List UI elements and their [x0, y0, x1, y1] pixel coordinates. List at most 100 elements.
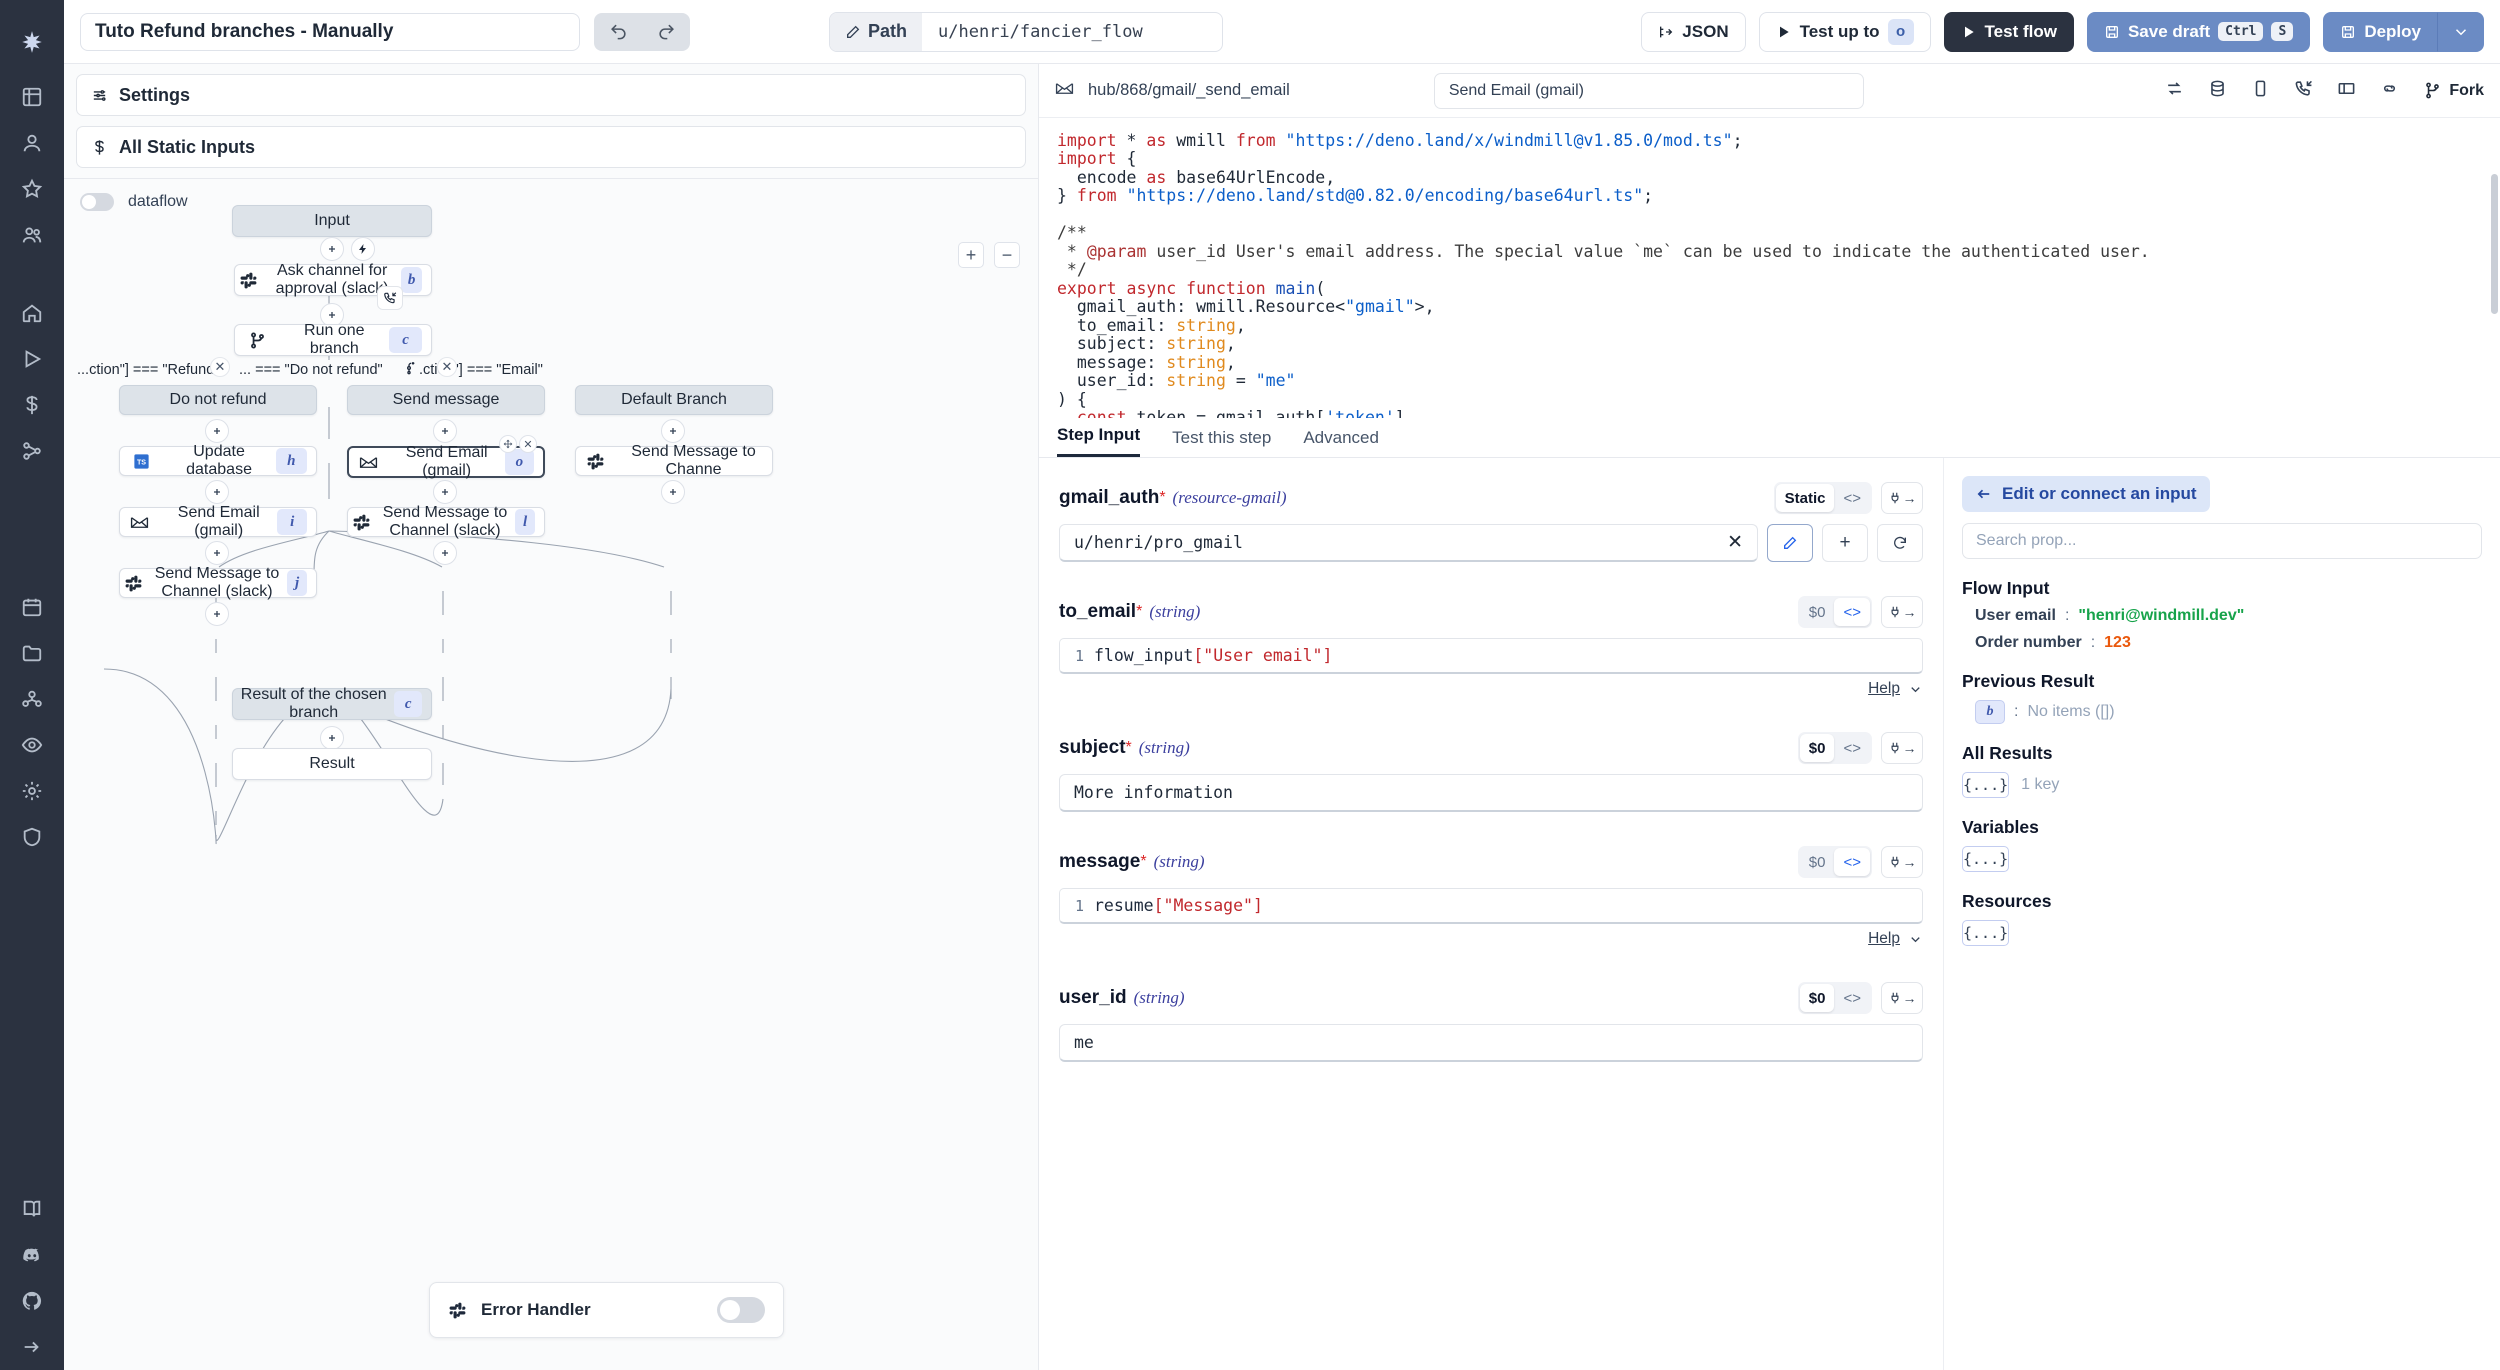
previous-result-item[interactable]: b : No items ([]) [1975, 700, 2482, 724]
gear-icon[interactable] [0, 768, 64, 814]
home-icon[interactable] [0, 290, 64, 336]
step-summary-input[interactable]: Send Email (gmail) [1433, 72, 1864, 109]
play-icon[interactable] [0, 336, 64, 382]
add-step-button[interactable] [433, 541, 457, 565]
undo-icon[interactable] [598, 13, 638, 51]
node-send-message-right[interactable]: Send Message to Channe [575, 443, 773, 478]
node-run-one-branch[interactable]: Run one branch c [234, 322, 432, 357]
deploy-button[interactable]: Deploy [2323, 11, 2438, 52]
group-icon[interactable] [0, 676, 64, 722]
connect-input-button[interactable]: → [1881, 982, 1923, 1014]
variables-object-button[interactable]: {...} [1962, 846, 2010, 872]
node-update-database[interactable]: TS Update database h [119, 443, 317, 478]
redo-icon[interactable] [646, 13, 686, 51]
mode-expr-option[interactable]: <> [1834, 598, 1870, 626]
add-step-button[interactable] [320, 237, 344, 261]
refresh-resource-button[interactable] [1877, 524, 1923, 562]
help-link[interactable]: Help [1868, 930, 1900, 948]
remove-branch-button[interactable]: ✕ [437, 357, 457, 377]
discord-icon[interactable] [0, 1232, 64, 1278]
phone-incoming-icon[interactable] [377, 286, 403, 310]
flow-input-item[interactable]: User email : "henri@windmill.dev" [1975, 607, 2482, 625]
mode-expr-option[interactable]: <> [1834, 848, 1870, 876]
mode-static-option[interactable]: $0 [1799, 734, 1835, 762]
clear-icon[interactable]: ✕ [1727, 531, 1743, 554]
script-code-viewer[interactable]: import * as wmill from "https://deno.lan… [1039, 118, 2500, 418]
add-step-button[interactable] [205, 602, 229, 626]
message-code-input[interactable]: 1 resume["Message"] [1059, 888, 1923, 924]
grid-icon[interactable] [0, 74, 64, 120]
add-step-button[interactable] [205, 480, 229, 504]
connect-input-button[interactable]: → [1881, 482, 1923, 514]
connect-input-button[interactable]: → [1881, 732, 1923, 764]
script-hub-path[interactable]: hub/868/gmail/_send_email [1088, 81, 1290, 100]
dollar-icon[interactable] [0, 382, 64, 428]
mode-static-option[interactable]: $0 [1800, 848, 1835, 876]
path-field[interactable]: Path u/henri/fancier_flow [829, 11, 1224, 52]
test-flow-button[interactable]: Test flow [1943, 11, 2074, 52]
tab-advanced[interactable]: Advanced [1303, 428, 1379, 457]
book-icon[interactable] [0, 1186, 64, 1232]
save-draft-button[interactable]: Save draft Ctrl S [2086, 11, 2311, 52]
node-send-message-left[interactable]: Send Message to Channel (slack) j [119, 565, 317, 600]
branch-send-message[interactable]: Send message [347, 385, 545, 415]
gmail-auth-input[interactable]: u/henri/pro_gmail ✕ [1059, 524, 1758, 562]
users-icon[interactable] [0, 212, 64, 258]
mode-static-option[interactable]: $0 [1800, 598, 1835, 626]
settings-accordion[interactable]: Settings [76, 74, 1026, 116]
branch-default[interactable]: Default Branch [575, 385, 773, 415]
search-prop-input[interactable]: Search prop... [1962, 523, 2482, 559]
expand-icon[interactable] [0, 1324, 64, 1370]
connect-input-button[interactable]: → [1881, 596, 1923, 628]
trigger-bolt-icon[interactable] [351, 237, 375, 261]
edit-resource-button[interactable] [1767, 524, 1813, 562]
flow-input-item[interactable]: Order number : 123 [1975, 634, 2482, 652]
add-step-button[interactable] [320, 726, 344, 750]
branch-do-not-refund[interactable]: Do not refund [119, 385, 317, 415]
add-step-button[interactable] [661, 480, 685, 504]
eye-icon[interactable] [0, 722, 64, 768]
subject-input[interactable]: More information [1059, 774, 1923, 812]
user-id-input[interactable]: me [1059, 1024, 1923, 1062]
add-step-button[interactable] [433, 480, 457, 504]
tab-step-input[interactable]: Step Input [1057, 425, 1141, 457]
mobile-icon[interactable] [2251, 79, 2270, 103]
move-node-icon[interactable] [499, 435, 517, 453]
edit-or-connect-input-button[interactable]: Edit or connect an input [1962, 476, 2210, 512]
mode-static-option[interactable]: $0 [1799, 984, 1835, 1012]
refresh-icon[interactable] [2165, 79, 2184, 103]
delete-node-icon[interactable]: ✕ [519, 435, 537, 453]
tab-test-this-step[interactable]: Test this step [1172, 428, 1271, 457]
add-step-button[interactable] [205, 541, 229, 565]
resources-object-button[interactable]: {...} [1962, 920, 2010, 946]
path-value[interactable]: u/henri/fancier_flow [922, 13, 1222, 51]
calendar-icon[interactable] [0, 584, 64, 630]
node-input[interactable]: Input [232, 205, 432, 237]
mode-expr-option[interactable]: <> [1834, 984, 1870, 1012]
add-step-button[interactable] [205, 419, 229, 443]
error-handler-bar[interactable]: Error Handler [429, 1282, 784, 1338]
shield-icon[interactable] [0, 814, 64, 860]
add-resource-button[interactable]: + [1822, 524, 1868, 562]
add-step-button[interactable] [661, 419, 685, 443]
node-result-chosen-branch[interactable]: Result of the chosen branch c [232, 686, 432, 721]
mode-expr-option[interactable]: <> [1834, 734, 1870, 762]
help-link[interactable]: Help [1868, 680, 1900, 698]
add-step-button[interactable] [433, 419, 457, 443]
code-scrollbar[interactable] [2491, 174, 2498, 314]
error-handler-toggle[interactable] [717, 1297, 765, 1323]
node-send-message-mid[interactable]: Send Message to Channel (slack) l [347, 504, 545, 539]
flow-title-input[interactable]: Tuto Refund branches - Manually [80, 12, 580, 51]
dataflow-toggle[interactable] [80, 193, 114, 211]
mode-expr-option[interactable]: <> [1834, 484, 1870, 512]
star-icon[interactable] [0, 166, 64, 212]
phone-incoming-icon[interactable] [2294, 79, 2313, 103]
mode-static-option[interactable]: Static [1775, 484, 1835, 512]
folder-icon[interactable] [0, 630, 64, 676]
test-up-to-button[interactable]: Test up to o [1758, 11, 1931, 52]
fork-button[interactable]: Fork [2423, 81, 2484, 100]
chevron-down-icon[interactable] [2438, 11, 2484, 52]
to-email-code-input[interactable]: 1 flow_input["User email"] [1059, 638, 1923, 674]
user-icon[interactable] [0, 120, 64, 166]
panel-icon[interactable] [2337, 79, 2356, 103]
